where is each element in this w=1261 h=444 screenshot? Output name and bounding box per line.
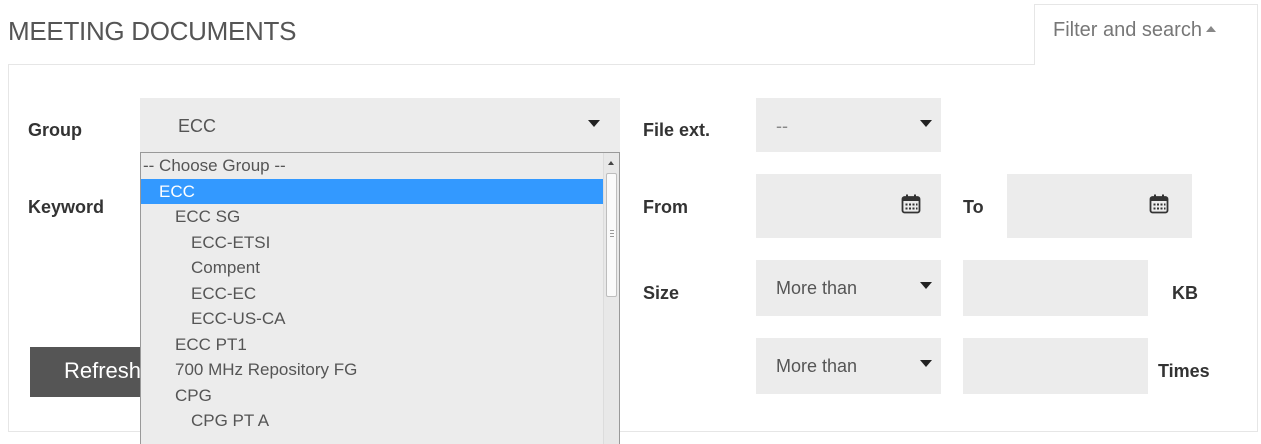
scrollbar-thumb[interactable] [606,173,617,297]
group-option[interactable]: CPG [141,383,603,409]
group-option[interactable]: ECC [141,178,603,204]
chevron-down-icon [920,360,932,367]
group-option[interactable]: 700 MHz Repository FG [141,357,603,383]
chevron-down-icon [920,120,932,127]
group-dropdown-list[interactable]: -- Choose Group -- ECC ECC SG ECC-ETSI Compe… [140,152,620,444]
filter-and-search-tab[interactable]: Filter and search [1034,4,1258,65]
size-operator-select[interactable]: More than [756,260,941,316]
group-option[interactable]: ECC-ETSI [141,230,603,256]
group-select-value: ECC [178,116,217,136]
file-ext-label: File ext. [643,120,711,140]
group-option[interactable]: CPG PT A [141,408,603,434]
size-unit-label: KB [1172,283,1198,303]
page-title: MEETING DOCUMENTS [8,16,297,46]
group-options: -- Choose Group -- ECC ECC SG ECC-ETSI Compe… [141,153,603,434]
times-operator-value: More than [776,356,858,376]
calendar-icon[interactable] [901,194,921,214]
times-value-input[interactable] [963,338,1148,394]
size-label: Size [643,283,680,303]
keyword-label: Keyword [28,197,105,217]
chevron-down-icon [920,282,932,289]
group-option[interactable]: ECC SG [141,204,603,230]
file-ext-select-value: -- [776,116,788,136]
file-ext-select[interactable]: -- [756,98,941,152]
group-label: Group [28,120,82,140]
group-option[interactable]: -- Choose Group -- [141,153,603,179]
group-option[interactable]: ECC-US-CA [141,306,603,332]
size-value-input[interactable] [963,260,1148,316]
chevron-down-icon [588,120,600,127]
to-label: To [963,197,984,217]
times-unit-label: Times [1158,361,1210,381]
caret-up-icon [1205,25,1216,32]
group-option[interactable]: Compent [141,255,603,281]
from-label: From [643,197,688,217]
from-date-input[interactable] [756,174,941,238]
to-date-input[interactable] [1007,174,1192,238]
group-option[interactable]: ECC PT1 [141,332,603,358]
group-option[interactable]: ECC-EC [141,281,603,307]
times-operator-select[interactable]: More than [756,338,941,394]
refresh-button[interactable]: Refresh [30,347,144,397]
scroll-up-arrow-icon[interactable] [608,161,614,165]
dropdown-scrollbar[interactable] [603,153,619,444]
group-select[interactable]: ECC [140,98,620,152]
calendar-icon[interactable] [1149,194,1169,214]
filter-tab-label: Filter and search [1053,19,1202,41]
size-operator-value: More than [776,278,858,298]
grip-icon [610,230,614,237]
